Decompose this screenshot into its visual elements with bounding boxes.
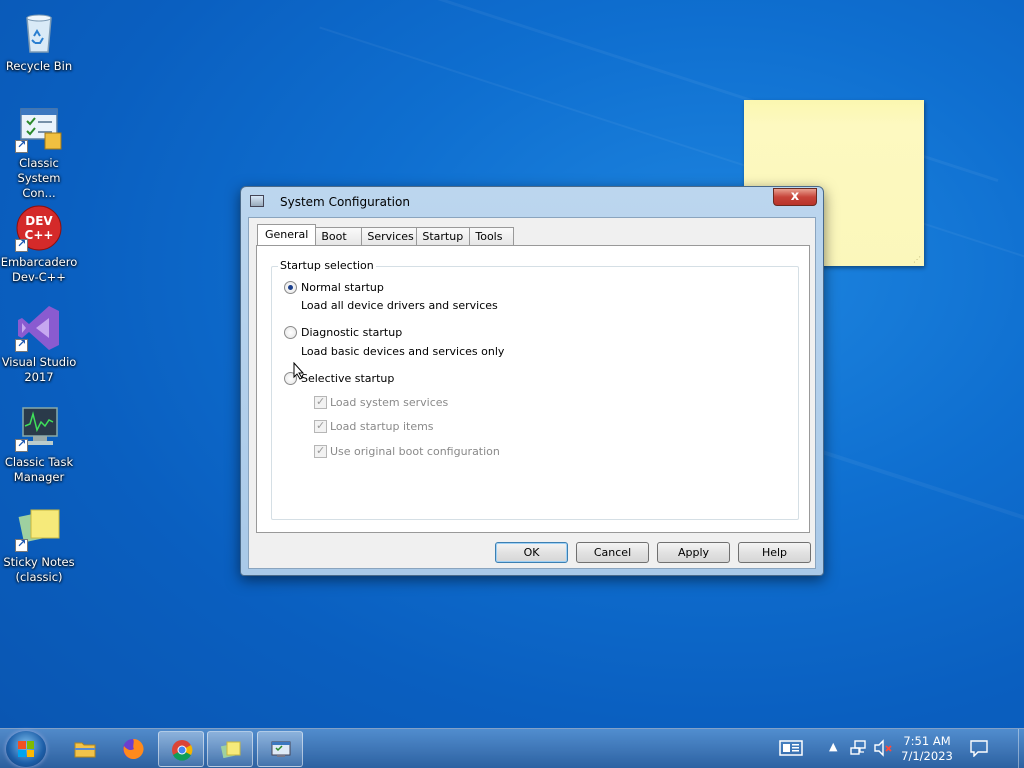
checkbox-label: Load startup items [330, 420, 434, 433]
volume-muted-icon[interactable] [873, 739, 893, 761]
option-description: Load basic devices and services only [301, 345, 505, 358]
system-configuration-icon [271, 741, 291, 757]
notifications-icon[interactable] [969, 739, 989, 761]
recycle-bin-icon [15, 8, 63, 56]
desktop-icon-label: Classic System Con... [17, 156, 61, 200]
startup-selection-group: Startup selection Normal startup Load al… [271, 259, 799, 520]
window-title: System Configuration [280, 195, 410, 209]
dev-cpp-icon: DEV C++ [15, 204, 63, 252]
tab-boot[interactable]: Boot [315, 227, 363, 245]
radio-diagnostic-startup[interactable]: Diagnostic startup [284, 326, 402, 339]
taskbar-chrome[interactable] [158, 731, 204, 767]
start-button[interactable] [6, 731, 46, 767]
clock-date: 7/1/2023 [901, 749, 953, 763]
title-bar[interactable]: System Configuration x [241, 187, 823, 217]
tab-strip: General Boot Services Startup Tools [257, 224, 515, 245]
desktop-icon-label: Visual Studio 2017 [1, 355, 77, 384]
close-icon: x [790, 189, 800, 204]
desktop-icon-label: Embarcadero Dev-C++ [0, 255, 78, 284]
radio-button[interactable] [284, 326, 297, 339]
checkbox-use-original-boot-config: Use original boot configuration [314, 444, 500, 458]
taskbar-system-configuration[interactable] [257, 731, 303, 767]
clock-time: 7:51 AM [903, 734, 951, 748]
desktop-icon-classic-system-control[interactable]: Classic System Con... [0, 105, 78, 201]
help-button[interactable]: Help [738, 542, 811, 563]
taskbar-sticky-notes[interactable] [207, 731, 253, 767]
dialog-client-area: General Boot Services Startup Tools Star… [248, 217, 816, 569]
apply-button[interactable]: Apply [657, 542, 730, 563]
desktop-icon-sticky-notes[interactable]: Sticky Notes (classic) [0, 504, 78, 585]
show-desktop-button[interactable] [1018, 729, 1024, 768]
chrome-icon [172, 740, 193, 761]
show-hidden-icons-chevron-icon[interactable]: ▲ [829, 740, 837, 753]
shortcut-arrow-icon [15, 537, 28, 552]
desktop-icon-label: Recycle Bin [5, 59, 73, 73]
shortcut-arrow-icon [15, 337, 28, 352]
desktop-icon-label: Classic Task Manager [4, 455, 74, 484]
group-label: Startup selection [278, 259, 376, 272]
radio-label: Normal startup [301, 281, 384, 294]
shortcut-arrow-icon [15, 138, 28, 153]
tab-services[interactable]: Services [361, 227, 418, 245]
svg-text:DEV: DEV [25, 214, 53, 228]
desktop-icon-visual-studio[interactable]: Visual Studio 2017 [0, 304, 78, 385]
news-widget-icon[interactable] [779, 739, 803, 761]
desktop-icon-dev-cpp[interactable]: DEV C++ Embarcadero Dev-C++ [0, 204, 78, 285]
mouse-pointer-icon [293, 361, 305, 383]
task-manager-icon [15, 404, 63, 452]
shortcut-arrow-icon [15, 437, 28, 452]
sticky-notes-icon [15, 504, 63, 552]
checkbox-load-system-services: Load system services [314, 395, 449, 409]
sticky-notes-icon [220, 741, 241, 759]
firefox-icon [123, 738, 144, 759]
checkbox-disabled [314, 419, 327, 433]
tab-tools[interactable]: Tools [469, 227, 515, 245]
desktop-icon-label: Sticky Notes (classic) [3, 555, 75, 584]
checkbox-load-startup-items: Load startup items [314, 419, 434, 433]
svg-text:C++: C++ [25, 228, 54, 242]
ok-button[interactable]: OK [495, 542, 568, 563]
checkbox-disabled [314, 444, 327, 458]
tab-general[interactable]: General [257, 224, 317, 245]
taskbar: ▲ 7:51 AM 7/1/2023 [0, 728, 1024, 768]
system-control-icon [15, 105, 63, 153]
windows-logo-icon [18, 741, 34, 757]
clock[interactable]: 7:51 AM 7/1/2023 [894, 734, 960, 764]
desktop-icon-classic-task-manager[interactable]: Classic Task Manager [0, 404, 78, 485]
radio-label: Selective startup [301, 372, 395, 385]
visual-studio-icon [15, 304, 63, 352]
system-configuration-window[interactable]: System Configuration x General Boot Serv… [240, 186, 824, 576]
file-explorer-icon [74, 742, 96, 758]
tab-startup[interactable]: Startup [416, 227, 471, 245]
resize-grip-icon[interactable]: ⋰ [913, 255, 921, 264]
radio-normal-startup[interactable]: Normal startup [284, 281, 384, 294]
taskbar-file-explorer[interactable] [62, 731, 108, 767]
general-tab-panel: Startup selection Normal startup Load al… [256, 245, 810, 533]
option-description: Load all device drivers and services [301, 299, 498, 312]
taskbar-firefox[interactable] [110, 731, 156, 767]
checkbox-label: Use original boot configuration [330, 445, 500, 458]
shortcut-arrow-icon [15, 237, 28, 252]
desktop-icon-recycle-bin[interactable]: Recycle Bin [0, 8, 78, 74]
radio-label: Diagnostic startup [301, 326, 403, 339]
radio-button-checked[interactable] [284, 281, 297, 294]
network-icon[interactable] [850, 739, 868, 761]
checkbox-disabled [314, 395, 327, 409]
checkbox-label: Load system services [330, 396, 449, 409]
system-configuration-icon [250, 195, 264, 207]
cancel-button[interactable]: Cancel [576, 542, 649, 563]
close-button[interactable]: x [773, 188, 817, 206]
